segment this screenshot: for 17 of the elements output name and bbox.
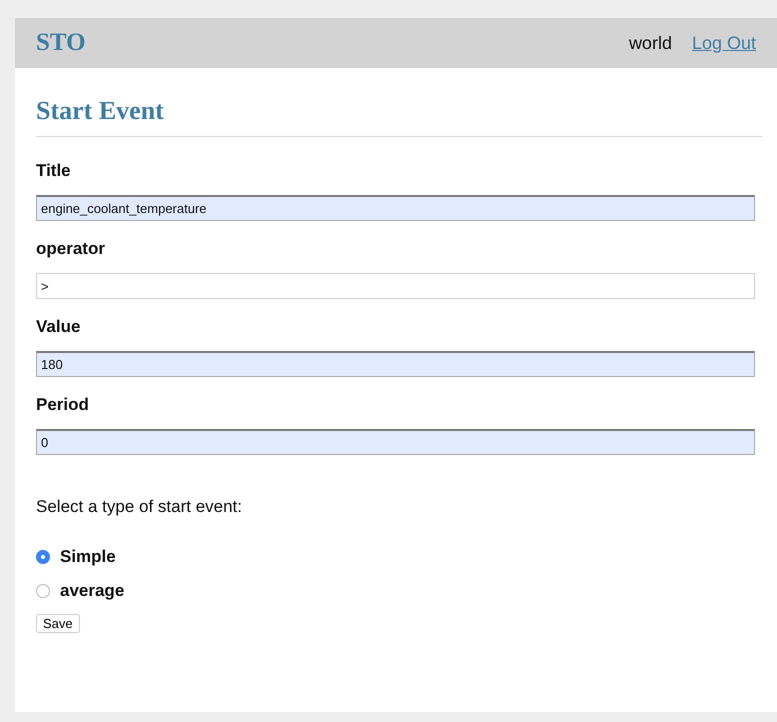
type-prompt: Select a type of start event: <box>36 497 244 517</box>
input-field[interactable]: 180 <box>36 351 755 377</box>
radio-label[interactable]: Simple <box>60 547 116 567</box>
field-label: operator <box>36 239 106 259</box>
field-label: Title <box>36 161 72 181</box>
field-label: Period <box>36 395 90 415</box>
input-field[interactable]: 0 <box>36 429 755 455</box>
field-label: Value <box>36 317 82 337</box>
username: world <box>628 32 672 54</box>
page-title: Start Event <box>36 95 165 127</box>
save-button[interactable]: Save <box>36 614 80 633</box>
radio-button[interactable] <box>36 584 50 598</box>
radio-label[interactable]: average <box>60 581 124 601</box>
brand-title: STO <box>36 29 86 57</box>
radio-button[interactable] <box>36 550 50 564</box>
input-field[interactable]: engine_coolant_temperature <box>36 195 755 221</box>
input-field[interactable]: > <box>36 273 755 299</box>
